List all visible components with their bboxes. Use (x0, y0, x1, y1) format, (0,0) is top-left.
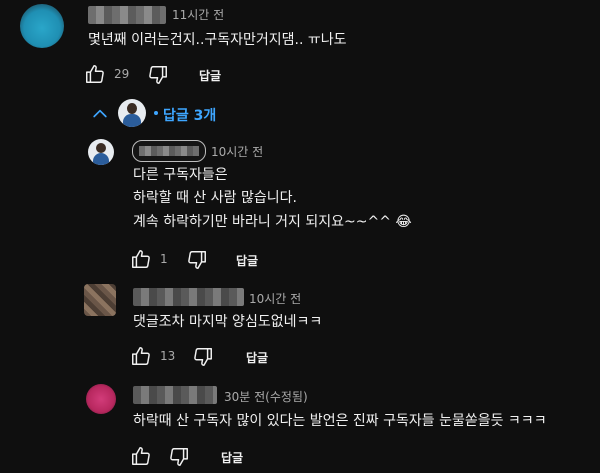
reply-text-line: 하락할 때 산 사람 많습니다. (133, 190, 297, 206)
author-name-blurred[interactable] (132, 140, 206, 162)
reply-text: 하락때 산 구독자 많이 있다는 발언은 진짜 구독자들 눈물쏟을듯 ㅋㅋㅋ (133, 413, 547, 429)
reply-text-line: 다른 구독자들은 (133, 167, 228, 183)
avatar[interactable] (20, 4, 64, 48)
like-count: 29 (114, 67, 130, 81)
thumbs-up-icon[interactable] (130, 248, 152, 270)
reply-time[interactable]: 10시간 전 (211, 143, 263, 160)
thumbs-down-icon[interactable] (186, 249, 208, 271)
author-name-blurred[interactable] (88, 6, 166, 24)
avatar[interactable] (86, 384, 116, 414)
reply-text: 댓글조차 마지막 양심도없네ㅋㅋ (133, 314, 323, 330)
reply-time[interactable]: 30분 전(수정됨) (224, 388, 308, 405)
replies-toggle[interactable]: 답글 3개 (163, 105, 216, 125)
author-name-blurred[interactable] (133, 386, 217, 404)
thumbs-down-icon[interactable] (147, 64, 169, 86)
thumbs-down-icon[interactable] (192, 346, 214, 368)
thumbs-down-icon[interactable] (168, 446, 190, 468)
avatar[interactable] (88, 139, 114, 165)
thumbs-up-icon[interactable] (130, 345, 152, 367)
thumbs-up-icon[interactable] (130, 445, 152, 467)
comment-time[interactable]: 11시간 전 (172, 6, 224, 23)
chevron-up-icon[interactable] (90, 104, 110, 124)
author-name-blurred[interactable] (133, 288, 244, 306)
reply-time[interactable]: 10시간 전 (249, 290, 301, 307)
comment-text: 몇년째 이러는건지..구독자만거지댐.. ㅠ나도 (88, 32, 347, 48)
creator-avatar[interactable] (118, 99, 146, 127)
reply-button[interactable]: 답글 (199, 67, 221, 84)
like-count: 13 (160, 349, 176, 363)
reply-button[interactable]: 답글 (236, 252, 258, 269)
reply-button[interactable]: 답글 (246, 349, 268, 366)
like-count: 1 (160, 252, 168, 266)
reply-button[interactable]: 답글 (221, 449, 243, 466)
thumbs-up-icon[interactable] (84, 63, 106, 85)
reply-text-line: 계속 하락하기만 바라니 거지 되지요~~^^ 😂 (133, 214, 412, 230)
creator-dot (154, 111, 158, 115)
avatar[interactable] (84, 284, 116, 316)
